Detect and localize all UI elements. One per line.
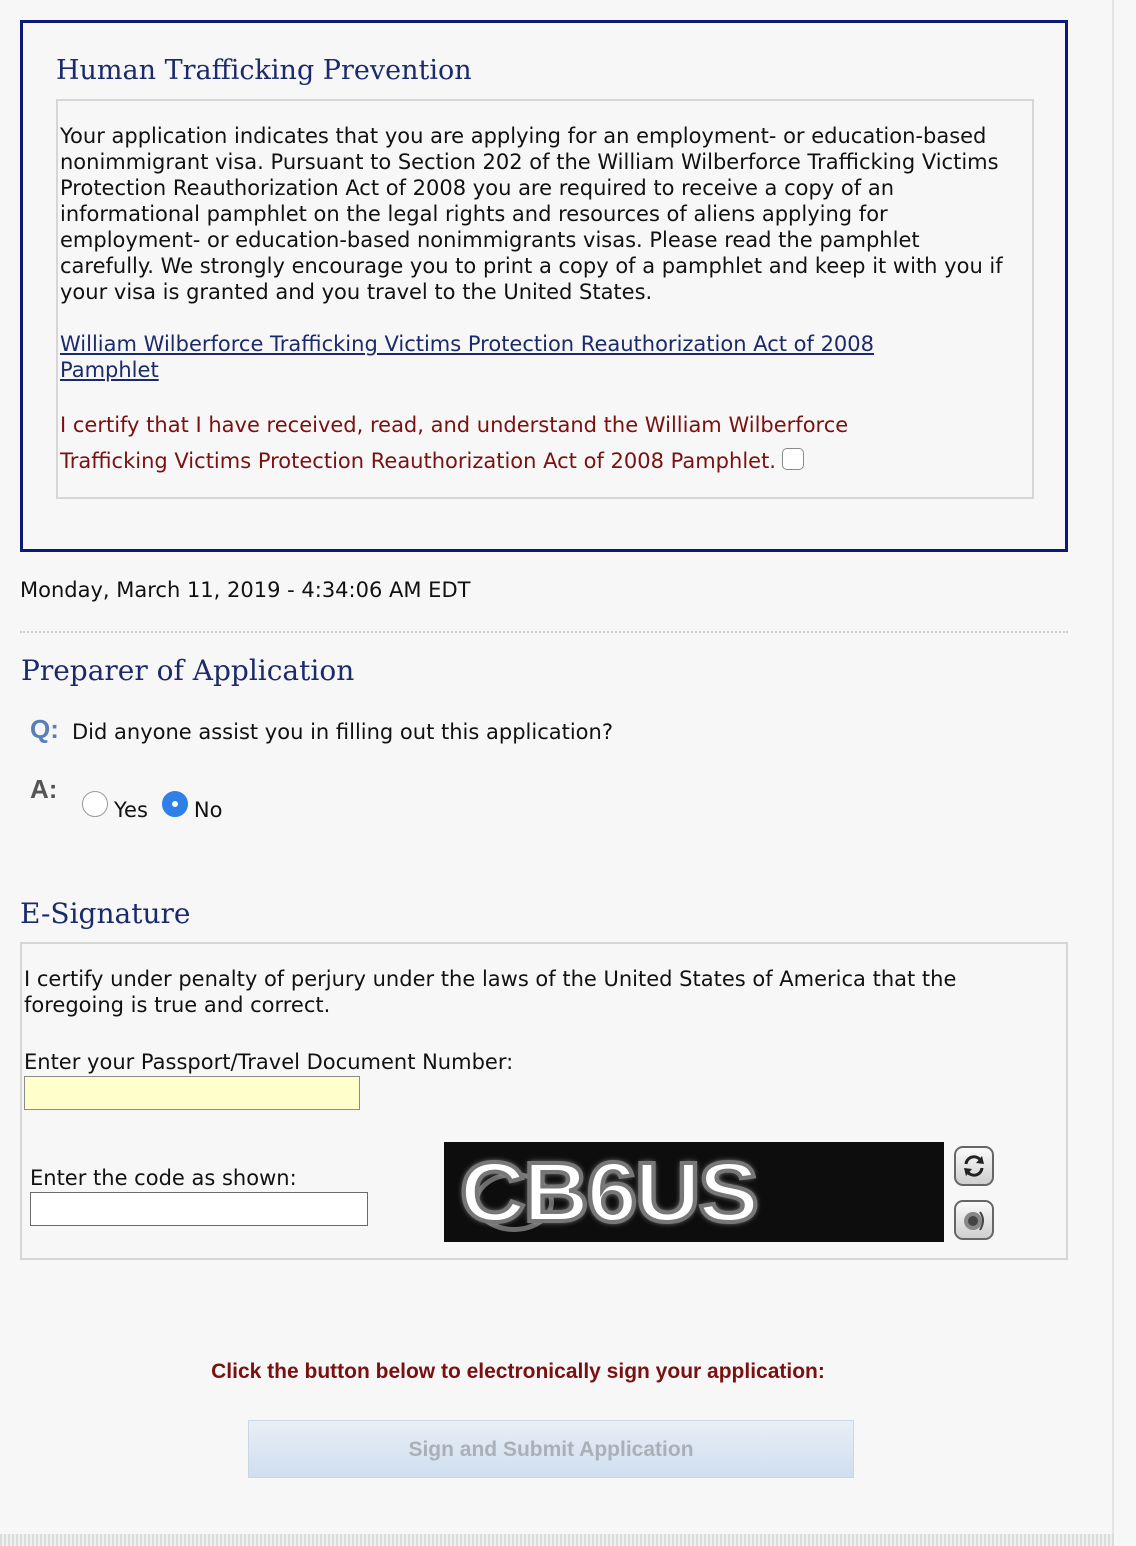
captcha-code-input[interactable] [30,1192,368,1226]
refresh-icon [964,1155,984,1177]
preparer-question: Did anyone assist you in filling out thi… [72,720,613,744]
captcha-audio-button[interactable] [954,1200,994,1240]
captcha-image: CB6US [444,1142,944,1242]
section-divider [20,631,1068,633]
radio-no-label[interactable]: No [194,798,223,822]
trafficking-body: Your application indicates that you are … [60,124,1003,304]
right-edge-rule [1112,0,1114,1546]
answer-marker: A: [30,774,58,804]
timestamp: Monday, March 11, 2019 - 4:34:06 AM EDT [20,578,471,602]
trafficking-title: Human Trafficking Prevention [56,55,472,86]
bottom-strip [0,1534,1114,1546]
trafficking-certify-checkbox[interactable] [781,448,804,470]
captcha-code-label: Enter the code as shown: [30,1166,297,1190]
trafficking-certify-text: I certify that I have received, read, an… [60,413,849,473]
radio-yes[interactable] [82,791,108,817]
pamphlet-link[interactable]: William Wilberforce Trafficking Victims … [60,331,960,383]
preparer-title: Preparer of Application [21,654,355,687]
passport-label: Enter your Passport/Travel Document Numb… [24,1050,514,1074]
captcha-image-text: CB6US [458,1143,761,1241]
trafficking-inner-panel: Your application indicates that you are … [56,99,1034,499]
question-marker: Q: [30,714,59,744]
captcha-refresh-button[interactable] [954,1146,994,1186]
esignature-certify: I certify under penalty of perjury under… [24,967,957,1017]
trafficking-section: Human Trafficking Prevention Your applic… [20,20,1068,552]
esignature-title: E-Signature [20,897,191,930]
passport-number-input[interactable] [24,1076,360,1110]
esignature-panel: I certify under penalty of perjury under… [20,942,1068,1260]
radio-no[interactable] [161,791,188,817]
radio-yes-label[interactable]: Yes [114,798,148,822]
speaker-icon [964,1211,984,1231]
trafficking-certify: I certify that I have received, read, an… [60,407,960,479]
sign-instruction: Click the button below to electronically… [211,1360,825,1383]
sign-submit-button[interactable]: Sign and Submit Application [248,1420,854,1478]
preparer-answer-group: Yes No [82,786,236,822]
